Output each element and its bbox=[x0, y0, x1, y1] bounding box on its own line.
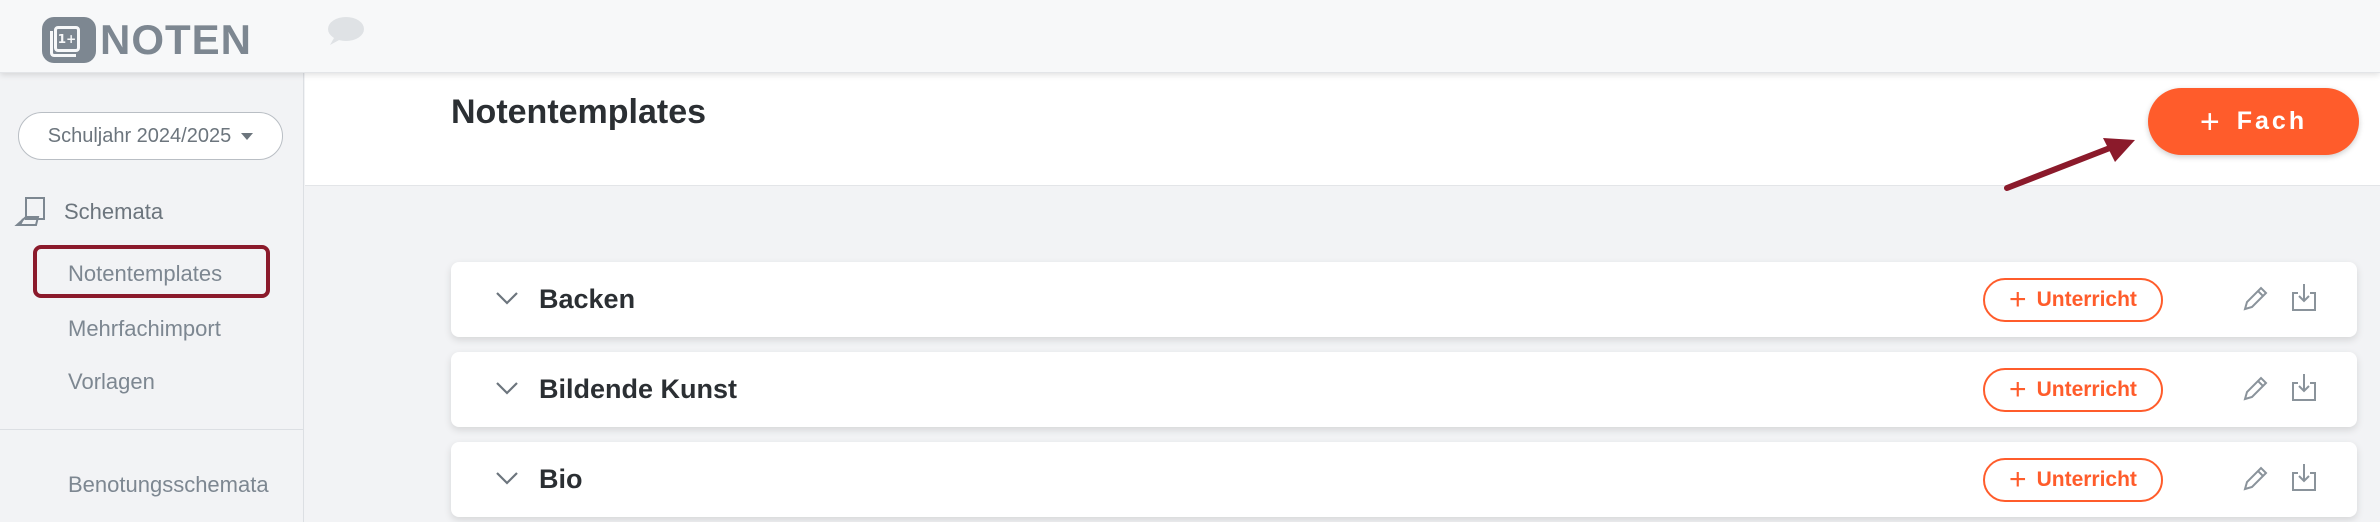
top-bar: 1+ NOTEN bbox=[0, 0, 2380, 73]
sidebar-section-schemata[interactable]: Schemata bbox=[14, 195, 163, 229]
subject-row[interactable]: Backen + Unterricht bbox=[451, 262, 2357, 337]
sidebar-divider bbox=[0, 429, 304, 430]
chat-icon[interactable] bbox=[326, 16, 366, 46]
schemata-icon bbox=[14, 197, 45, 226]
sidebar-item-mehrfachimport[interactable]: Mehrfachimport bbox=[68, 316, 221, 342]
sidebar-item-benotungsschemata[interactable]: Benotungsschemata bbox=[68, 472, 269, 498]
plus-icon: + bbox=[2009, 373, 2027, 406]
app-logo[interactable]: 1+ NOTEN bbox=[42, 16, 252, 64]
add-unterricht-label: Unterricht bbox=[2036, 288, 2137, 311]
pencil-icon[interactable] bbox=[2239, 283, 2271, 315]
chevron-down-icon[interactable] bbox=[495, 470, 519, 486]
sidebar-item-vorlagen[interactable]: Vorlagen bbox=[68, 369, 155, 395]
export-icon[interactable] bbox=[2289, 281, 2319, 313]
add-unterricht-label: Unterricht bbox=[2036, 378, 2137, 401]
add-unterricht-button[interactable]: + Unterricht bbox=[1983, 458, 2163, 502]
export-icon[interactable] bbox=[2289, 461, 2319, 493]
plus-icon: + bbox=[2009, 283, 2027, 316]
chevron-down-icon[interactable] bbox=[495, 380, 519, 396]
sidebar-item-notentemplates[interactable]: Notentemplates bbox=[68, 261, 222, 287]
sidebar-section-label: Schemata bbox=[64, 199, 164, 224]
add-unterricht-button[interactable]: + Unterricht bbox=[1983, 278, 2163, 322]
pencil-icon[interactable] bbox=[2239, 463, 2271, 495]
annotation-arrow-icon bbox=[2004, 138, 2135, 191]
page-title: Notentemplates bbox=[451, 93, 707, 131]
caret-down-icon bbox=[241, 132, 254, 140]
school-year-select[interactable]: Schuljahr 2024/2025 bbox=[18, 112, 283, 160]
pencil-icon[interactable] bbox=[2239, 373, 2271, 405]
add-fach-label: Fach bbox=[2236, 107, 2308, 135]
add-unterricht-button[interactable]: + Unterricht bbox=[1983, 368, 2163, 412]
school-year-value: Schuljahr 2024/2025 bbox=[47, 124, 232, 147]
subject-name: Bildende Kunst bbox=[539, 374, 738, 404]
add-unterricht-label: Unterricht bbox=[2036, 468, 2137, 491]
subject-row[interactable]: Bildende Kunst + Unterricht bbox=[451, 352, 2357, 427]
subject-row[interactable]: Bio + Unterricht bbox=[451, 442, 2357, 517]
logo-badge-icon: 1+ bbox=[42, 17, 96, 63]
export-icon[interactable] bbox=[2289, 371, 2319, 403]
add-fach-button[interactable]: + Fach bbox=[2148, 88, 2359, 155]
plus-icon: + bbox=[2009, 463, 2027, 496]
subject-name: Bio bbox=[539, 464, 583, 494]
chevron-down-icon[interactable] bbox=[495, 290, 519, 306]
plus-icon: + bbox=[2199, 102, 2223, 141]
sidebar: Schuljahr 2024/2025 Schemata Notentempla… bbox=[0, 73, 304, 522]
logo-text: NOTEN bbox=[100, 16, 252, 63]
subject-name: Backen bbox=[539, 284, 636, 314]
